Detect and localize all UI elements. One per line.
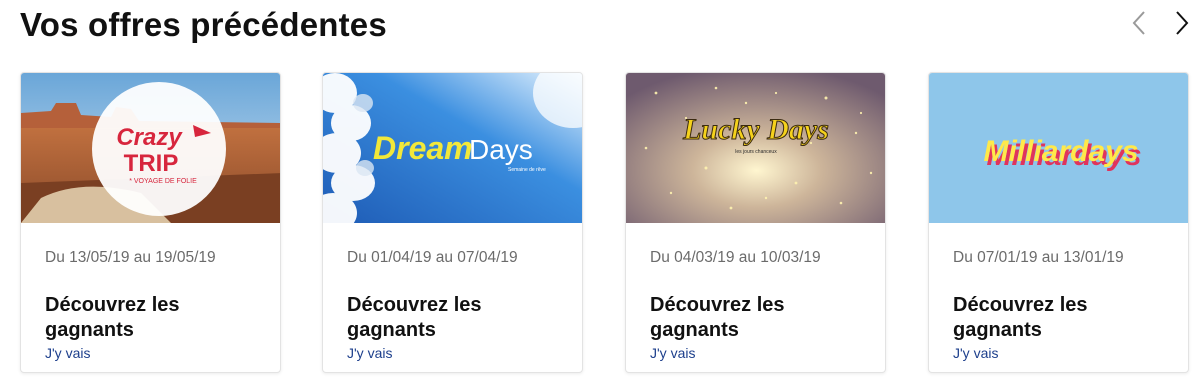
crazy-trip-tagline: * VOYAGE DE FOLIE	[129, 178, 197, 185]
offer-heading: Découvrez les gagnants	[45, 294, 180, 341]
offer-card-crazy-trip[interactable]: Crazy TRIP * VOYAGE DE FOLIE Du 13/05/19…	[20, 72, 281, 373]
offer-card-dream-days[interactable]: Dream Days Semaine de rêve Du 01/04/19 a…	[322, 72, 583, 373]
offer-card-milliardays[interactable]: Milliardays Milliardays Du 07/01/19 au 1…	[928, 72, 1189, 373]
crazy-trip-logo-line2: TRIP	[124, 150, 179, 177]
dream-days-tagline: Semaine de rêve	[508, 167, 546, 173]
dream-days-logo-line1: Dream	[373, 130, 473, 166]
offer-heading: Découvrez les gagnants	[650, 294, 785, 341]
offer-image-crazy-trip: Crazy TRIP * VOYAGE DE FOLIE	[21, 73, 280, 223]
offer-dates: Du 01/04/19 au 07/04/19	[347, 249, 518, 266]
offer-dates: Du 04/03/19 au 10/03/19	[650, 249, 821, 266]
chevron-right-icon	[1176, 11, 1189, 35]
section-title: Vos offres précédentes	[20, 6, 387, 43]
offer-heading: Découvrez les gagnants	[953, 294, 1088, 341]
lucky-days-tagline: les jours chanceux	[735, 149, 777, 155]
chevron-left-icon	[1132, 11, 1145, 35]
lucky-days-logo: Lucky Days	[682, 113, 829, 146]
offer-dates: Du 13/05/19 au 19/05/19	[45, 249, 216, 266]
offer-image-lucky-days: Lucky Days les jours chanceux	[626, 73, 885, 223]
offer-link[interactable]: J'y vais	[45, 345, 90, 361]
offer-link[interactable]: J'y vais	[650, 345, 695, 361]
offer-link[interactable]: J'y vais	[347, 345, 392, 361]
offer-heading: Découvrez les gagnants	[347, 294, 482, 341]
carousel-prev-button[interactable]	[1127, 8, 1151, 38]
offer-link[interactable]: J'y vais	[953, 345, 998, 361]
crazy-trip-logo-line1: Crazy	[116, 124, 183, 151]
offer-image-dream-days: Dream Days Semaine de rêve	[323, 73, 582, 223]
dream-days-logo-line2: Days	[469, 134, 533, 165]
offer-image-milliardays: Milliardays Milliardays	[929, 73, 1188, 223]
offer-card-lucky-days[interactable]: Lucky Days les jours chanceux Du 04/03/1…	[625, 72, 886, 373]
carousel-next-button[interactable]	[1170, 8, 1194, 38]
offer-dates: Du 07/01/19 au 13/01/19	[953, 249, 1124, 266]
milliardays-logo: Milliardays	[983, 135, 1138, 168]
